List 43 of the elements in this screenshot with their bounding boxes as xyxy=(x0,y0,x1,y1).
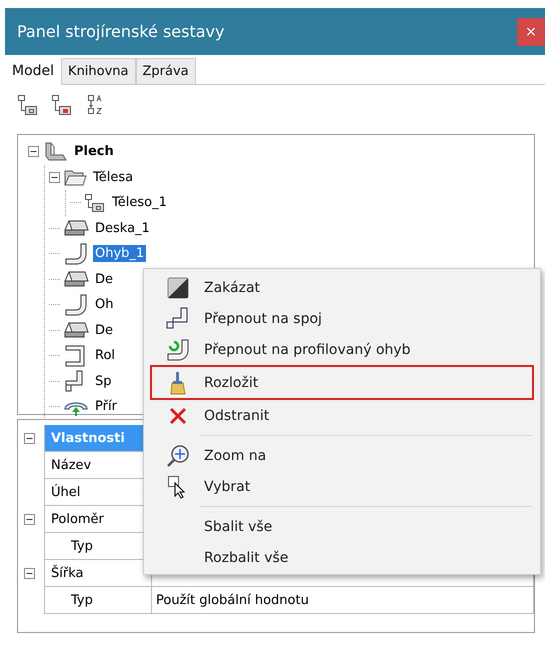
tree-item[interactable]: De xyxy=(93,270,116,288)
menu-item[interactable]: Sbalit vše xyxy=(150,511,534,542)
tab[interactable]: Knihovna xyxy=(61,58,136,84)
tab[interactable]: Zpráva xyxy=(136,58,196,84)
tree-item[interactable]: Deska_1 xyxy=(93,220,152,237)
close-button[interactable]: × xyxy=(517,18,545,46)
menu-item[interactable]: Vybrat xyxy=(150,471,534,502)
zoom-icon xyxy=(166,444,190,468)
property-name: Typ xyxy=(44,587,152,614)
bend-icon xyxy=(63,242,89,265)
tree-item[interactable]: Těleso_1 xyxy=(110,194,169,212)
bend-icon xyxy=(166,338,190,362)
plate-icon xyxy=(63,269,89,290)
tree-item[interactable]: Rol xyxy=(93,347,118,364)
tree-item[interactable]: Tělesa xyxy=(91,168,136,186)
menu-item[interactable]: Zakázat xyxy=(150,272,534,303)
menu-item[interactable]: Zoom na xyxy=(150,440,534,471)
menu-item[interactable]: Přepnout na profilovaný ohyb xyxy=(150,334,534,365)
tree-item[interactable]: Přír xyxy=(93,398,119,416)
tree-item[interactable]: Oh xyxy=(93,296,116,314)
half-filled-square-icon xyxy=(167,276,189,298)
brush-icon xyxy=(170,370,186,394)
close-icon xyxy=(169,406,187,424)
joint-icon xyxy=(166,306,190,330)
collapse-icon[interactable] xyxy=(24,433,35,444)
window-title: Panel strojírenské sestavy xyxy=(17,22,224,41)
collapse-icon[interactable] xyxy=(28,146,39,158)
tree-node-icon xyxy=(84,192,106,213)
tree-item[interactable]: Sp xyxy=(93,372,114,390)
collapse-icon[interactable] xyxy=(24,514,35,525)
tree-item[interactable]: De xyxy=(93,322,116,339)
menu-item[interactable]: Rozložit xyxy=(150,365,534,400)
property-value: Použít globální hodnotu xyxy=(152,587,534,614)
menu-item[interactable]: Přepnout na spoj xyxy=(150,303,534,334)
bend-icon xyxy=(63,294,89,316)
menu-item[interactable]: Rozbalit vše xyxy=(150,542,534,573)
collapse-icon[interactable] xyxy=(49,172,60,183)
tree-item[interactable]: Ohyb_1 xyxy=(93,245,146,262)
tree-item[interactable]: Plech xyxy=(72,143,116,160)
plate-icon xyxy=(63,320,89,340)
menu-item[interactable]: Odstranit xyxy=(150,400,534,431)
plate-icon xyxy=(63,218,89,238)
collapse-icon[interactable] xyxy=(24,568,35,579)
